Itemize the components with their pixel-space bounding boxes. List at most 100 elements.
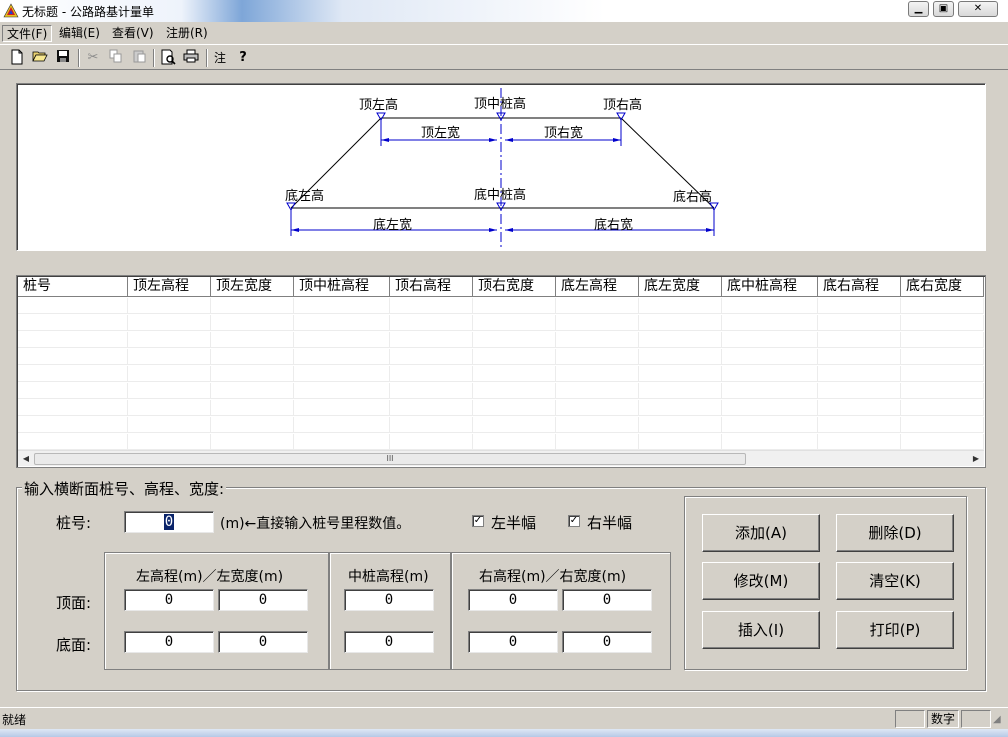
table-row[interactable] — [18, 298, 984, 314]
table-cell[interactable] — [18, 332, 128, 348]
table-cell[interactable] — [901, 349, 984, 365]
table-cell[interactable] — [556, 383, 639, 399]
table-cell[interactable] — [722, 298, 818, 314]
column-header-bottom-right-elev[interactable]: 底右高程 — [818, 277, 901, 297]
table-cell[interactable] — [473, 383, 556, 399]
table-cell[interactable] — [901, 315, 984, 331]
menu-edit[interactable]: 编辑(E) — [55, 25, 104, 42]
top-left-width-input[interactable]: 0 — [218, 589, 308, 611]
print-preview-button[interactable] — [159, 49, 177, 67]
table-cell[interactable] — [18, 366, 128, 382]
table-cell[interactable] — [722, 400, 818, 416]
table-cell[interactable] — [390, 434, 473, 450]
new-file-button[interactable] — [8, 49, 26, 67]
table-cell[interactable] — [128, 434, 211, 450]
table-cell[interactable] — [294, 332, 390, 348]
print-button[interactable] — [182, 49, 200, 67]
table-cell[interactable] — [18, 434, 128, 450]
table-cell[interactable] — [294, 434, 390, 450]
table-row[interactable] — [18, 417, 984, 433]
table-cell[interactable] — [722, 366, 818, 382]
table-cell[interactable] — [294, 383, 390, 399]
add-button[interactable]: 添加(A) — [702, 514, 820, 552]
table-cell[interactable] — [18, 349, 128, 365]
table-row[interactable] — [18, 315, 984, 331]
table-cell[interactable] — [128, 400, 211, 416]
table-cell[interactable] — [128, 332, 211, 348]
column-header-top-left-width[interactable]: 顶左宽度 — [211, 277, 294, 297]
column-header-top-left-elev[interactable]: 顶左高程 — [128, 277, 211, 297]
table-cell[interactable] — [128, 298, 211, 314]
table-cell[interactable] — [473, 400, 556, 416]
top-left-elevation-input[interactable]: 0 — [124, 589, 214, 611]
table-cell[interactable] — [390, 349, 473, 365]
table-cell[interactable] — [128, 417, 211, 433]
copy-button[interactable] — [107, 49, 125, 67]
table-cell[interactable] — [294, 417, 390, 433]
table-cell[interactable] — [818, 383, 901, 399]
maximize-button[interactable]: ▣ — [933, 1, 954, 17]
table-cell[interactable] — [901, 400, 984, 416]
menu-register[interactable]: 注册(R) — [162, 25, 212, 42]
table-cell[interactable] — [18, 400, 128, 416]
table-cell[interactable] — [901, 298, 984, 314]
bottom-right-elevation-input[interactable]: 0 — [468, 631, 558, 653]
table-cell[interactable] — [722, 315, 818, 331]
scroll-right-button[interactable]: ▶ — [968, 451, 984, 467]
table-cell[interactable] — [901, 366, 984, 382]
table-cell[interactable] — [901, 332, 984, 348]
close-button[interactable]: ✕ — [958, 1, 998, 17]
table-cell[interactable] — [18, 383, 128, 399]
top-center-elevation-input[interactable]: 0 — [344, 589, 434, 611]
open-file-button[interactable] — [31, 49, 49, 67]
table-cell[interactable] — [818, 434, 901, 450]
table-row[interactable] — [18, 400, 984, 416]
table-cell[interactable] — [294, 400, 390, 416]
table-cell[interactable] — [390, 298, 473, 314]
table-cell[interactable] — [211, 298, 294, 314]
resize-grip-icon[interactable]: ◢ — [993, 714, 1007, 728]
modify-button[interactable]: 修改(M) — [702, 562, 820, 600]
table-cell[interactable] — [639, 315, 722, 331]
table-row[interactable] — [18, 332, 984, 348]
table-cell[interactable] — [639, 349, 722, 365]
station-input[interactable]: 0 — [124, 511, 214, 533]
column-header-bottom-center-elev[interactable]: 底中桩高程 — [722, 277, 818, 297]
scroll-left-button[interactable]: ◀ — [18, 451, 34, 467]
table-cell[interactable] — [473, 332, 556, 348]
column-header-top-right-elev[interactable]: 顶右高程 — [390, 277, 473, 297]
paste-button[interactable] — [130, 49, 148, 67]
table-cell[interactable] — [556, 366, 639, 382]
column-header-bottom-right-width[interactable]: 底右宽度 — [901, 277, 984, 297]
bottom-left-elevation-input[interactable]: 0 — [124, 631, 214, 653]
table-cell[interactable] — [390, 332, 473, 348]
table-cell[interactable] — [294, 349, 390, 365]
bottom-right-width-input[interactable]: 0 — [562, 631, 652, 653]
table-cell[interactable] — [556, 298, 639, 314]
table-cell[interactable] — [128, 315, 211, 331]
delete-button[interactable]: 删除(D) — [836, 514, 954, 552]
table-cell[interactable] — [211, 417, 294, 433]
table-cell[interactable] — [294, 366, 390, 382]
column-header-top-right-width[interactable]: 顶右宽度 — [473, 277, 556, 297]
table-cell[interactable] — [473, 417, 556, 433]
table-cell[interactable] — [818, 349, 901, 365]
table-cell[interactable] — [211, 332, 294, 348]
table-cell[interactable] — [473, 434, 556, 450]
table-row[interactable] — [18, 383, 984, 399]
menu-file[interactable]: 文件(F) — [2, 25, 53, 42]
table-row[interactable] — [18, 349, 984, 365]
table-cell[interactable] — [473, 298, 556, 314]
save-button[interactable] — [54, 49, 72, 67]
table-cell[interactable] — [818, 315, 901, 331]
table-cell[interactable] — [639, 417, 722, 433]
table-cell[interactable] — [818, 332, 901, 348]
table-cell[interactable] — [211, 400, 294, 416]
top-right-width-input[interactable]: 0 — [562, 589, 652, 611]
table-cell[interactable] — [390, 383, 473, 399]
column-header-bottom-left-width[interactable]: 底左宽度 — [639, 277, 722, 297]
table-cell[interactable] — [18, 417, 128, 433]
print-button-form[interactable]: 打印(P) — [836, 611, 954, 649]
table-cell[interactable] — [18, 298, 128, 314]
column-header-top-center-elev[interactable]: 顶中桩高程 — [294, 277, 390, 297]
